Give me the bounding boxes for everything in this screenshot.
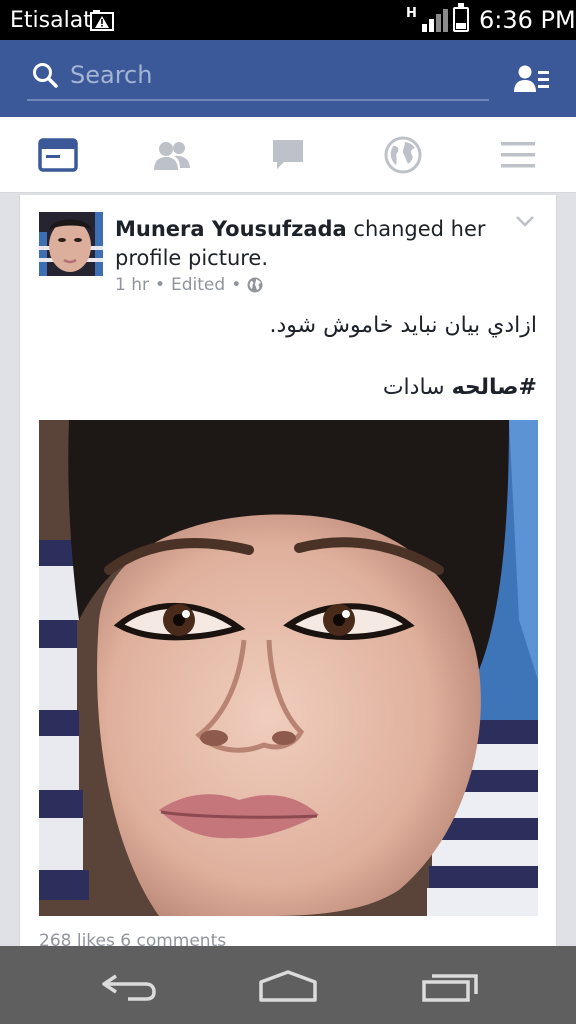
- system-nav-bar: [0, 946, 576, 1024]
- hashtag-link[interactable]: #صالحه: [452, 375, 537, 400]
- author-name[interactable]: Munera Yousufzada: [115, 217, 347, 241]
- nav-bar: [0, 117, 576, 193]
- post-photo[interactable]: [39, 420, 538, 916]
- post-hashtag-line: #صالحه سادات: [57, 373, 537, 403]
- post-card: Munera Yousufzada changed her profile pi…: [19, 195, 557, 955]
- post-options-chevron-icon[interactable]: [514, 213, 536, 229]
- author-avatar[interactable]: [39, 212, 103, 276]
- search-header: [0, 40, 576, 117]
- globe-icon: [384, 136, 422, 174]
- tab-friends[interactable]: [150, 135, 194, 175]
- hashtag-suffix: سادات: [382, 375, 452, 400]
- post-text: ازادي بيان نبايد خاموش شود.: [269, 313, 538, 338]
- signal-icon: [422, 9, 448, 32]
- screen: Etisalat H 6:36 PM Search Munera Yousufz…: [0, 0, 576, 1024]
- search-underline: [27, 99, 489, 101]
- battery-level: [456, 22, 466, 29]
- edited-label[interactable]: Edited: [171, 275, 225, 295]
- post-header: Munera Yousufzada changed her profile pi…: [115, 215, 495, 273]
- menu-icon: [501, 142, 535, 168]
- search-input[interactable]: [70, 58, 480, 92]
- tab-news-feed[interactable]: [36, 135, 80, 175]
- recent-apps-icon[interactable]: [418, 968, 482, 1004]
- carrier-name: Etisalat: [10, 8, 92, 33]
- news-feed-icon: [38, 138, 78, 172]
- network-type: H: [406, 6, 417, 21]
- post-time[interactable]: 1 hr: [115, 275, 149, 295]
- meta-separator: •: [231, 275, 242, 295]
- post-meta: 1 hr • Edited •: [115, 275, 263, 295]
- clock: 6:36 PM: [479, 6, 576, 34]
- chat-icon: [273, 140, 303, 169]
- tab-more[interactable]: [496, 135, 540, 175]
- audience-globe-icon[interactable]: [247, 277, 263, 293]
- meta-separator: •: [154, 275, 166, 295]
- search-icon[interactable]: [32, 62, 58, 88]
- friend-requests-icon[interactable]: [514, 64, 550, 94]
- tab-messages[interactable]: [266, 135, 310, 175]
- tab-notifications[interactable]: [381, 135, 425, 175]
- battery-icon: [453, 3, 469, 32]
- status-bar: Etisalat H 6:36 PM: [0, 0, 576, 40]
- back-icon[interactable]: [96, 968, 160, 1004]
- warning-icon: [90, 10, 114, 31]
- friends-icon: [154, 142, 190, 170]
- home-icon[interactable]: [256, 968, 320, 1004]
